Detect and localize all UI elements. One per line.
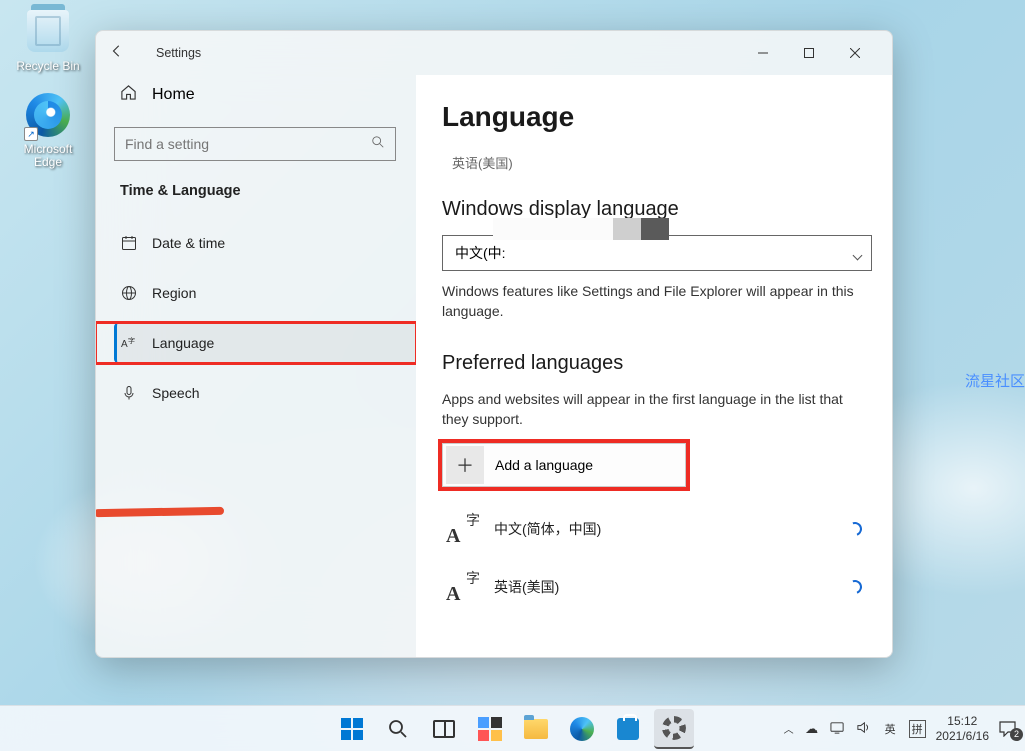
system-tray: ︿ ☁ 英 拼 15:12 2021/6/16 2 — [784, 714, 1025, 743]
search-icon — [371, 135, 385, 154]
display-language-select[interactable]: 中文(中: — [442, 235, 872, 271]
network-icon[interactable] — [830, 720, 846, 738]
settings-window: Settings Home Time & Language — [95, 30, 893, 658]
display-language-desc: Windows features like Settings and File … — [442, 281, 862, 322]
close-button[interactable] — [832, 37, 878, 69]
maximize-button[interactable] — [786, 37, 832, 69]
calendar-icon — [120, 235, 138, 251]
sidebar-item-label: Region — [152, 285, 196, 301]
breadcrumb[interactable]: 英语(美国) — [452, 153, 872, 172]
file-explorer-button[interactable] — [516, 709, 556, 749]
title-bar: Settings — [96, 31, 892, 75]
start-button[interactable] — [332, 709, 372, 749]
annotation-underline — [96, 507, 224, 517]
store-button[interactable] — [608, 709, 648, 749]
language-row[interactable]: 英语(美国) — [442, 563, 872, 611]
sidebar-item-speech[interactable]: Speech — [114, 373, 416, 413]
add-language-button[interactable]: ＋ Add a language — [442, 443, 686, 487]
search-input[interactable] — [125, 136, 371, 152]
sidebar: Home Time & Language Date & time — [96, 75, 416, 657]
page-title: Language — [442, 101, 872, 133]
add-language-label: Add a language — [495, 457, 593, 473]
redaction-overlay — [493, 218, 669, 240]
recycle-bin-icon[interactable]: Recycle Bin — [10, 10, 86, 73]
taskbar: ︿ ☁ 英 拼 15:12 2021/6/16 2 — [0, 705, 1025, 751]
home-icon — [120, 84, 138, 106]
taskview-button[interactable] — [424, 709, 464, 749]
sidebar-home[interactable]: Home — [114, 75, 416, 115]
tray-overflow-button[interactable]: ︿ — [784, 721, 794, 736]
settings-taskbar-button[interactable] — [654, 709, 694, 749]
sidebar-item-datetime[interactable]: Date & time — [114, 223, 416, 263]
notification-badge: 2 — [1010, 728, 1023, 741]
sidebar-item-label: Date & time — [152, 235, 225, 251]
svg-text:字: 字 — [128, 336, 135, 345]
window-title: Settings — [156, 46, 201, 60]
watermark-text: 流星社区 — [965, 370, 1025, 391]
clock-time: 15:12 — [936, 714, 989, 728]
volume-icon[interactable] — [856, 720, 872, 738]
content-pane: Language 英语(美国) Windows display language… — [416, 75, 892, 657]
back-button[interactable] — [110, 44, 138, 62]
sidebar-section-title: Time & Language — [120, 183, 416, 199]
edge-shortcut-icon[interactable]: Microsoft Edge — [10, 93, 86, 169]
sidebar-item-region[interactable]: Region — [114, 273, 416, 313]
ime-language-indicator[interactable]: 英 — [882, 720, 899, 738]
taskbar-clock[interactable]: 15:12 2021/6/16 — [936, 714, 989, 743]
language-glyph-icon — [446, 512, 480, 546]
globe-icon — [120, 285, 138, 301]
notifications-button[interactable]: 2 — [999, 721, 1019, 737]
loading-spinner-icon — [846, 578, 865, 597]
language-row[interactable]: 中文(简体，中国) — [442, 505, 872, 553]
svg-text:A: A — [121, 339, 128, 350]
language-icon: A字 — [120, 335, 138, 351]
preferred-languages-desc: Apps and websites will appear in the fir… — [442, 389, 862, 430]
annotation-highlight-box: ＋ Add a language — [442, 443, 686, 487]
language-name: 英语(美国) — [494, 577, 559, 597]
sidebar-home-label: Home — [152, 86, 195, 104]
microphone-icon — [120, 385, 138, 401]
sidebar-item-label: Speech — [152, 385, 199, 401]
language-glyph-icon — [446, 570, 480, 604]
sidebar-item-label: Language — [152, 335, 214, 351]
onedrive-icon[interactable]: ☁ — [804, 721, 820, 737]
recycle-bin-label: Recycle Bin — [10, 60, 86, 73]
preferred-languages-heading: Preferred languages — [442, 352, 872, 375]
edge-label: Microsoft Edge — [10, 143, 86, 169]
sidebar-item-language[interactable]: A字 Language — [114, 323, 416, 363]
widgets-button[interactable] — [470, 709, 510, 749]
ime-mode-indicator[interactable]: 拼 — [909, 720, 926, 738]
minimize-button[interactable] — [740, 37, 786, 69]
edge-taskbar-button[interactable] — [562, 709, 602, 749]
taskbar-search-button[interactable] — [378, 709, 418, 749]
plus-icon: ＋ — [446, 446, 484, 484]
language-name: 中文(简体，中国) — [494, 519, 601, 539]
display-language-value: 中文(中: — [455, 243, 506, 263]
loading-spinner-icon — [846, 520, 865, 539]
shortcut-overlay-icon — [24, 127, 38, 141]
search-box[interactable] — [114, 127, 396, 161]
clock-date: 2021/6/16 — [936, 729, 989, 743]
